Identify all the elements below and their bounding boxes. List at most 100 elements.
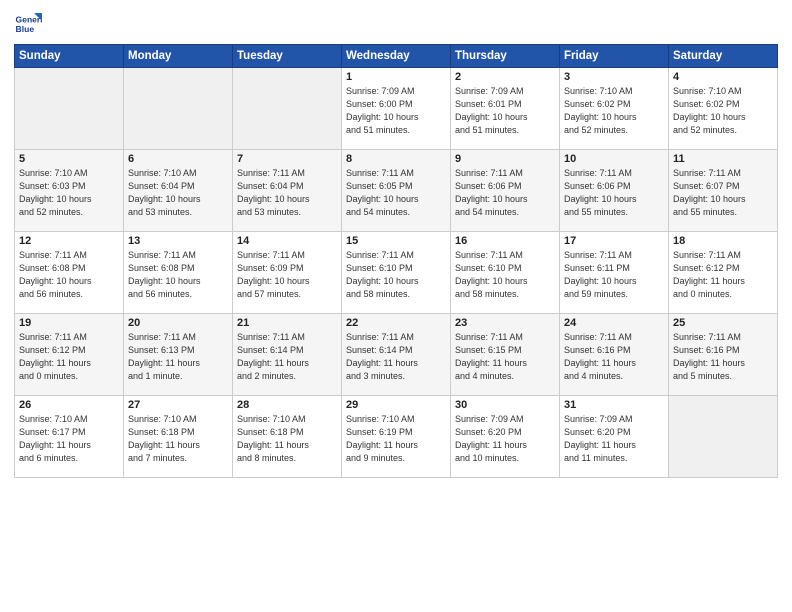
- calendar-cell: [233, 68, 342, 150]
- day-number: 11: [673, 153, 773, 165]
- calendar-cell: 25Sunrise: 7:11 AM Sunset: 6:16 PM Dayli…: [669, 314, 778, 396]
- calendar-cell: 5 Sunrise: 7:10 AM Sunset: 6:03 PM Daylig…: [15, 150, 124, 232]
- day-info: Sunrise: 7:11 AM Sunset: 6:04 PM Dayligh…: [237, 167, 337, 219]
- calendar-cell: 27 Sunrise: 7:10 AM Sunset: 6:18 PM Dayli…: [124, 396, 233, 478]
- calendar-cell: [15, 68, 124, 150]
- day-info: Sunrise: 7:11 AM Sunset: 6:06 PM Dayligh…: [564, 167, 664, 219]
- calendar-cell: 28 Sunrise: 7:10 AM Sunset: 6:18 PM Dayli…: [233, 396, 342, 478]
- day-info: Sunrise: 7:10 AM Sunset: 6:03 PM Dayligh…: [19, 167, 119, 219]
- calendar-cell: 22 Sunrise: 7:11 AM Sunset: 6:14 PM Dayli…: [342, 314, 451, 396]
- day-number: 28: [237, 399, 337, 411]
- day-info: Sunrise: 7:11 AM Sunset: 6:16 PM Dayligh…: [564, 331, 664, 383]
- day-info: Sunrise: 7:11 AM Sunset: 6:06 PM Dayligh…: [455, 167, 555, 219]
- calendar-cell: 21 Sunrise: 7:11 AM Sunset: 6:14 PM Dayli…: [233, 314, 342, 396]
- day-number: 18: [673, 235, 773, 247]
- day-info: Sunrise: 7:11 AM Sunset: 6:16 PM Dayligh…: [673, 331, 773, 383]
- calendar-cell: 12Sunrise: 7:11 AM Sunset: 6:08 PM Dayli…: [15, 232, 124, 314]
- day-number: 19: [19, 317, 119, 329]
- day-number: 29: [346, 399, 446, 411]
- calendar-cell: 14 Sunrise: 7:11 AM Sunset: 6:09 PM Dayli…: [233, 232, 342, 314]
- weekday-header-saturday: Saturday: [669, 45, 778, 68]
- day-info: Sunrise: 7:11 AM Sunset: 6:09 PM Dayligh…: [237, 249, 337, 301]
- day-number: 17: [564, 235, 664, 247]
- day-info: Sunrise: 7:11 AM Sunset: 6:12 PM Dayligh…: [673, 249, 773, 301]
- day-number: 9: [455, 153, 555, 165]
- day-info: Sunrise: 7:10 AM Sunset: 6:02 PM Dayligh…: [564, 85, 664, 137]
- day-number: 8: [346, 153, 446, 165]
- calendar-cell: 29 Sunrise: 7:10 AM Sunset: 6:19 PM Dayli…: [342, 396, 451, 478]
- calendar-cell: 20Sunrise: 7:11 AM Sunset: 6:13 PM Dayli…: [124, 314, 233, 396]
- calendar-cell: 16 Sunrise: 7:11 AM Sunset: 6:10 PM Dayli…: [451, 232, 560, 314]
- day-number: 22: [346, 317, 446, 329]
- day-info: Sunrise: 7:10 AM Sunset: 6:02 PM Dayligh…: [673, 85, 773, 137]
- day-number: 21: [237, 317, 337, 329]
- calendar-cell: 13 Sunrise: 7:11 AM Sunset: 6:08 PM Dayli…: [124, 232, 233, 314]
- weekday-header-monday: Monday: [124, 45, 233, 68]
- weekday-header-tuesday: Tuesday: [233, 45, 342, 68]
- day-info: Sunrise: 7:11 AM Sunset: 6:14 PM Dayligh…: [237, 331, 337, 383]
- day-number: 13: [128, 235, 228, 247]
- day-info: Sunrise: 7:10 AM Sunset: 6:18 PM Dayligh…: [237, 413, 337, 465]
- day-info: Sunrise: 7:09 AM Sunset: 6:01 PM Dayligh…: [455, 85, 555, 137]
- day-number: 26: [19, 399, 119, 411]
- day-info: Sunrise: 7:11 AM Sunset: 6:08 PM Dayligh…: [128, 249, 228, 301]
- calendar-cell: 2 Sunrise: 7:09 AM Sunset: 6:01 PM Daylig…: [451, 68, 560, 150]
- svg-text:Blue: Blue: [16, 24, 35, 34]
- calendar-cell: [124, 68, 233, 150]
- calendar-table: SundayMondayTuesdayWednesdayThursdayFrid…: [14, 44, 778, 478]
- day-number: 4: [673, 71, 773, 83]
- day-info: Sunrise: 7:11 AM Sunset: 6:15 PM Dayligh…: [455, 331, 555, 383]
- day-number: 6: [128, 153, 228, 165]
- day-info: Sunrise: 7:11 AM Sunset: 6:10 PM Dayligh…: [346, 249, 446, 301]
- day-info: Sunrise: 7:11 AM Sunset: 6:11 PM Dayligh…: [564, 249, 664, 301]
- day-number: 7: [237, 153, 337, 165]
- weekday-header-wednesday: Wednesday: [342, 45, 451, 68]
- calendar-cell: 7 Sunrise: 7:11 AM Sunset: 6:04 PM Daylig…: [233, 150, 342, 232]
- calendar-cell: 6 Sunrise: 7:10 AM Sunset: 6:04 PM Daylig…: [124, 150, 233, 232]
- calendar-cell: 23 Sunrise: 7:11 AM Sunset: 6:15 PM Dayli…: [451, 314, 560, 396]
- day-info: Sunrise: 7:11 AM Sunset: 6:12 PM Dayligh…: [19, 331, 119, 383]
- day-info: Sunrise: 7:09 AM Sunset: 6:20 PM Dayligh…: [564, 413, 664, 465]
- day-info: Sunrise: 7:10 AM Sunset: 6:19 PM Dayligh…: [346, 413, 446, 465]
- calendar-cell: 24 Sunrise: 7:11 AM Sunset: 6:16 PM Dayli…: [560, 314, 669, 396]
- calendar-cell: 4 Sunrise: 7:10 AM Sunset: 6:02 PM Daylig…: [669, 68, 778, 150]
- day-number: 12: [19, 235, 119, 247]
- day-number: 10: [564, 153, 664, 165]
- day-info: Sunrise: 7:09 AM Sunset: 6:00 PM Dayligh…: [346, 85, 446, 137]
- day-number: 1: [346, 71, 446, 83]
- calendar-cell: 10 Sunrise: 7:11 AM Sunset: 6:06 PM Dayli…: [560, 150, 669, 232]
- calendar-cell: 18 Sunrise: 7:11 AM Sunset: 6:12 PM Dayli…: [669, 232, 778, 314]
- calendar-cell: 3Sunrise: 7:10 AM Sunset: 6:02 PM Daylig…: [560, 68, 669, 150]
- day-info: Sunrise: 7:11 AM Sunset: 6:14 PM Dayligh…: [346, 331, 446, 383]
- calendar-cell: 19 Sunrise: 7:11 AM Sunset: 6:12 PM Dayli…: [15, 314, 124, 396]
- weekday-header-thursday: Thursday: [451, 45, 560, 68]
- calendar-cell: 15 Sunrise: 7:11 AM Sunset: 6:10 PM Dayli…: [342, 232, 451, 314]
- day-info: Sunrise: 7:11 AM Sunset: 6:07 PM Dayligh…: [673, 167, 773, 219]
- day-number: 14: [237, 235, 337, 247]
- calendar-cell: 1 Sunrise: 7:09 AM Sunset: 6:00 PM Daylig…: [342, 68, 451, 150]
- day-number: 20: [128, 317, 228, 329]
- day-number: 16: [455, 235, 555, 247]
- day-number: 2: [455, 71, 555, 83]
- day-info: Sunrise: 7:10 AM Sunset: 6:17 PM Dayligh…: [19, 413, 119, 465]
- day-number: 27: [128, 399, 228, 411]
- day-number: 24: [564, 317, 664, 329]
- calendar-cell: 9 Sunrise: 7:11 AM Sunset: 6:06 PM Daylig…: [451, 150, 560, 232]
- calendar-cell: 17 Sunrise: 7:11 AM Sunset: 6:11 PM Dayli…: [560, 232, 669, 314]
- logo-icon: General Blue: [14, 10, 42, 38]
- day-number: 5: [19, 153, 119, 165]
- calendar-cell: 8Sunrise: 7:11 AM Sunset: 6:05 PM Daylig…: [342, 150, 451, 232]
- calendar-cell: 11 Sunrise: 7:11 AM Sunset: 6:07 PM Dayli…: [669, 150, 778, 232]
- calendar-cell: 31Sunrise: 7:09 AM Sunset: 6:20 PM Dayli…: [560, 396, 669, 478]
- weekday-header-friday: Friday: [560, 45, 669, 68]
- weekday-header-sunday: Sunday: [15, 45, 124, 68]
- day-number: 23: [455, 317, 555, 329]
- day-info: Sunrise: 7:11 AM Sunset: 6:10 PM Dayligh…: [455, 249, 555, 301]
- day-info: Sunrise: 7:10 AM Sunset: 6:18 PM Dayligh…: [128, 413, 228, 465]
- day-info: Sunrise: 7:10 AM Sunset: 6:04 PM Dayligh…: [128, 167, 228, 219]
- calendar-cell: 26 Sunrise: 7:10 AM Sunset: 6:17 PM Dayli…: [15, 396, 124, 478]
- calendar-cell: 30Sunrise: 7:09 AM Sunset: 6:20 PM Dayli…: [451, 396, 560, 478]
- day-number: 15: [346, 235, 446, 247]
- logo: General Blue: [14, 10, 42, 38]
- day-info: Sunrise: 7:09 AM Sunset: 6:20 PM Dayligh…: [455, 413, 555, 465]
